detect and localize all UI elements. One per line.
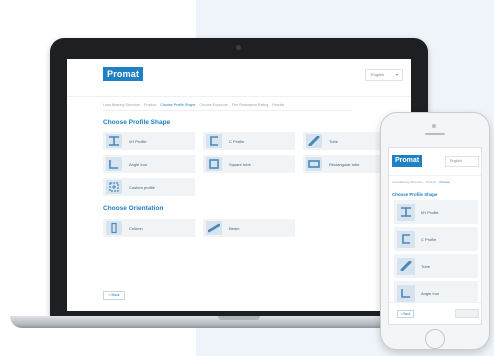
i-beam-icon bbox=[106, 134, 122, 148]
profile-option-label: I/H Profile bbox=[421, 209, 439, 215]
laptop: Promat English ▾ Load Bearing Structure … bbox=[50, 38, 428, 318]
app-header: Promat English ▾ bbox=[67, 59, 411, 97]
square-tube-icon bbox=[206, 157, 222, 171]
phone-home-button[interactable] bbox=[425, 329, 445, 349]
profile-option-ih[interactable]: I/H Profile bbox=[394, 200, 478, 224]
profile-option-square-tube[interactable]: Square tube bbox=[203, 155, 295, 173]
promat-logo[interactable]: Promat bbox=[103, 67, 144, 81]
orientation-title: Choose Orientation bbox=[103, 205, 164, 212]
profile-option-label: Angle Iron bbox=[421, 290, 440, 296]
profile-option-ih[interactable]: I/H Profile bbox=[103, 132, 195, 150]
c-channel-icon bbox=[397, 230, 415, 248]
next-button[interactable] bbox=[455, 309, 479, 318]
breadcrumb-item[interactable]: Product bbox=[426, 180, 436, 184]
phone: Promat English Load Bearing Structure Pr… bbox=[380, 112, 490, 350]
orientation-option-label: Beam bbox=[229, 225, 240, 231]
profile-option-tube[interactable]: Tube bbox=[394, 254, 478, 278]
custom-profile-icon bbox=[106, 180, 122, 194]
orientation-option-column[interactable]: Column bbox=[103, 219, 195, 237]
profile-option-label: Tube bbox=[329, 138, 338, 144]
laptop-screen: Promat English ▾ Load Bearing Structure … bbox=[67, 59, 411, 311]
profile-shape-title: Choose Profile Shape bbox=[103, 119, 171, 126]
angle-iron-icon bbox=[106, 157, 122, 171]
breadcrumb-item[interactable]: Choose Exposure bbox=[199, 103, 228, 107]
chevron-down-icon: ▾ bbox=[395, 72, 398, 77]
breadcrumb-item[interactable]: Results bbox=[272, 103, 284, 107]
rectangular-tube-icon bbox=[306, 157, 322, 171]
laptop-notch bbox=[218, 316, 260, 320]
beam-icon bbox=[206, 221, 222, 235]
breadcrumb-item[interactable]: Fire Resistance Rating bbox=[232, 103, 268, 107]
promat-logo[interactable]: Promat bbox=[392, 155, 423, 167]
profile-option-label: Tube bbox=[421, 263, 430, 269]
profile-option-custom[interactable]: Custom profile bbox=[103, 178, 195, 196]
breadcrumb-divider bbox=[103, 110, 353, 111]
language-select[interactable]: English ▾ bbox=[365, 69, 403, 81]
language-value: English bbox=[450, 159, 462, 163]
laptop-camera bbox=[236, 45, 241, 50]
profile-option-label: C Profile bbox=[421, 236, 437, 242]
i-beam-icon bbox=[397, 203, 415, 221]
breadcrumb-item[interactable]: Load Bearing Structure bbox=[103, 103, 140, 107]
profile-option-label: Square tube bbox=[229, 161, 251, 167]
round-tube-icon bbox=[397, 257, 415, 275]
phone-app-header: Promat English bbox=[389, 148, 481, 176]
orientation-option-beam[interactable]: Beam bbox=[203, 219, 295, 237]
breadcrumb-item[interactable]: Product bbox=[144, 103, 156, 107]
language-value: English bbox=[371, 72, 385, 77]
back-button[interactable]: < Back bbox=[397, 310, 414, 318]
profile-option-c[interactable]: C Profile bbox=[203, 132, 295, 150]
phone-screen: Promat English Load Bearing Structure Pr… bbox=[388, 147, 482, 325]
profile-option-label: I/H Profile bbox=[129, 138, 147, 144]
profile-shape-title: Choose Profile Shape bbox=[392, 192, 438, 197]
profile-option-angle-iron[interactable]: Angle Iron bbox=[103, 155, 195, 173]
c-channel-icon bbox=[206, 134, 222, 148]
breadcrumb-item-active[interactable]: Choose bbox=[439, 180, 449, 184]
profile-option-label: Rectangular tube bbox=[329, 161, 360, 167]
language-select[interactable]: English bbox=[445, 156, 479, 167]
breadcrumb: Load Bearing Structure Product Choose Pr… bbox=[103, 103, 284, 107]
back-button[interactable]: < Back bbox=[103, 291, 125, 300]
orientation-option-label: Column bbox=[129, 225, 143, 231]
round-tube-icon bbox=[306, 134, 322, 148]
phone-footer: < Back bbox=[389, 302, 481, 324]
profile-option-label: C Profile bbox=[229, 138, 245, 144]
profile-option-label: Angle Iron bbox=[129, 161, 148, 167]
breadcrumb: Load Bearing Structure Product Choose bbox=[392, 180, 450, 184]
angle-iron-icon bbox=[397, 284, 415, 302]
phone-speaker bbox=[425, 133, 445, 135]
profile-option-label: Custom profile bbox=[129, 184, 155, 190]
phone-camera bbox=[432, 124, 436, 128]
breadcrumb-item-active[interactable]: Choose Profile Shape bbox=[160, 103, 195, 107]
breadcrumb-item[interactable]: Load Bearing Structure bbox=[392, 180, 423, 184]
column-icon bbox=[106, 221, 122, 235]
profile-option-c[interactable]: C Profile bbox=[394, 227, 478, 251]
